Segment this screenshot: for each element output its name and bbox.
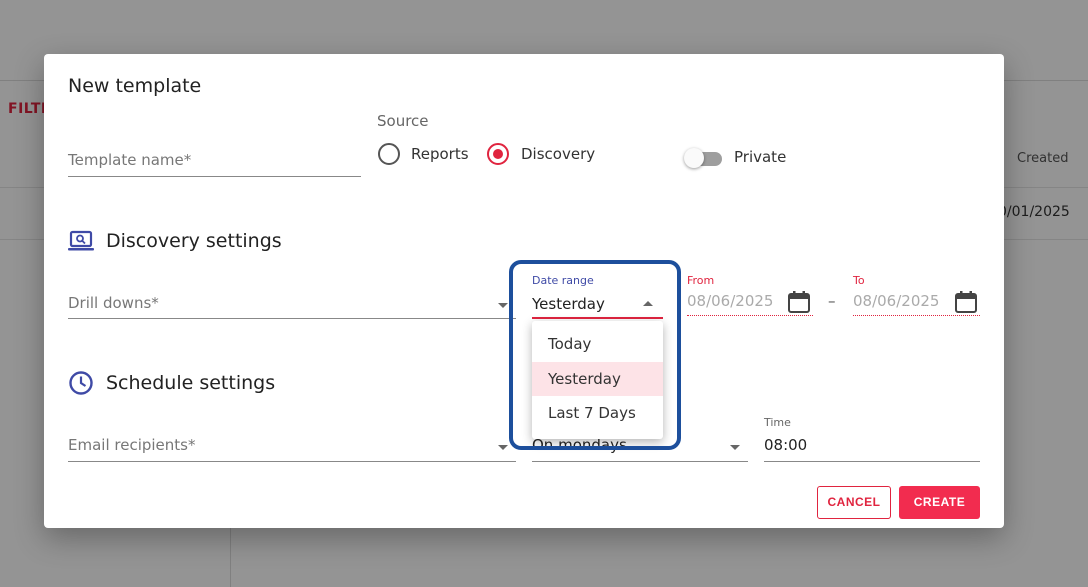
radio-discovery-label[interactable]: Discovery (521, 145, 595, 163)
chevron-down-icon[interactable] (730, 445, 740, 450)
radio-reports-label[interactable]: Reports (411, 145, 469, 163)
from-label: From (687, 274, 715, 287)
radio-reports[interactable] (378, 143, 400, 165)
radio-discovery[interactable] (487, 143, 509, 165)
email-recipients-select[interactable]: Email recipients* (68, 436, 196, 454)
source-label: Source (377, 112, 429, 130)
from-date-input[interactable]: 08/06/2025 (687, 292, 773, 310)
discovery-settings-title: Discovery settings (106, 230, 282, 252)
template-name-underline (68, 176, 361, 177)
private-toggle-thumb[interactable] (684, 148, 704, 168)
to-date-underline (853, 315, 980, 316)
dialog-title: New template (68, 75, 202, 97)
calendar-icon[interactable] (954, 290, 978, 314)
schedule-settings-title: Schedule settings (106, 372, 276, 394)
from-date-underline (687, 315, 813, 316)
create-button[interactable]: CREATE (899, 486, 980, 519)
time-underline (764, 461, 980, 462)
template-name-input[interactable]: Template name* (68, 151, 191, 169)
cancel-button[interactable]: CANCEL (817, 486, 891, 519)
time-input[interactable]: 08:00 (764, 436, 807, 454)
to-label: To (853, 274, 865, 287)
laptop-search-icon (68, 230, 94, 251)
drill-downs-underline (68, 318, 516, 319)
chevron-down-icon[interactable] (498, 303, 508, 308)
calendar-icon[interactable] (787, 290, 811, 314)
highlight-box (509, 260, 681, 450)
frequency-underline (532, 461, 748, 462)
clock-icon (69, 371, 93, 395)
drill-downs-select[interactable]: Drill downs* (68, 294, 159, 312)
to-date-input[interactable]: 08/06/2025 (853, 292, 939, 310)
email-recipients-underline (68, 461, 516, 462)
range-separator: – (828, 292, 836, 310)
private-label: Private (734, 148, 787, 166)
time-label: Time (764, 416, 791, 429)
chevron-down-icon[interactable] (498, 445, 508, 450)
